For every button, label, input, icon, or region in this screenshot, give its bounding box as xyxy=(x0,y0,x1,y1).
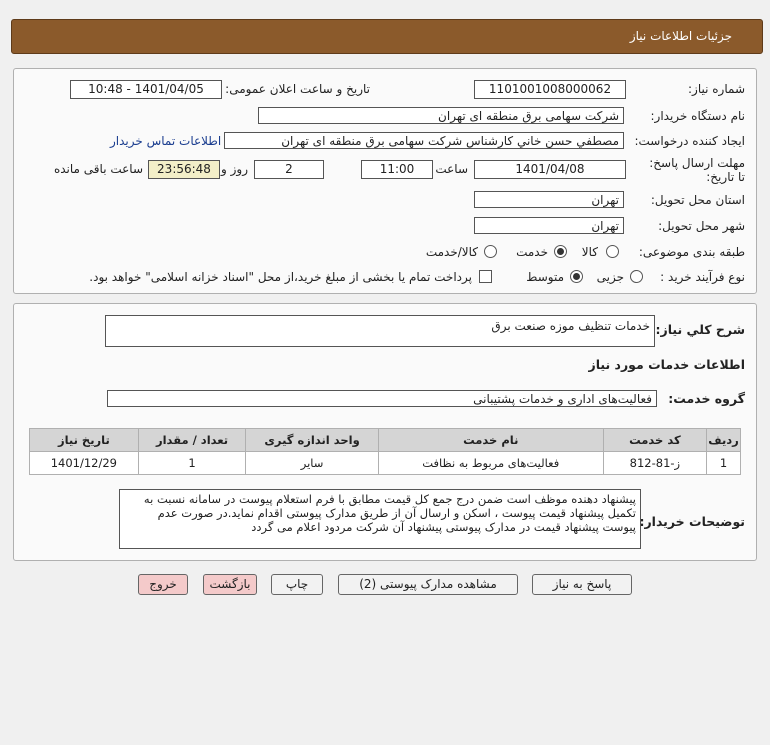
category-label: طبقه بندی موضوعی: xyxy=(638,245,745,259)
print-button[interactable]: چاپ xyxy=(271,574,323,595)
need-number-label: شماره نیاز: xyxy=(688,82,745,96)
category-option-service: خدمت xyxy=(516,245,548,259)
buyer-org-field: شرکت سهامی برق منطقه ای تهران xyxy=(258,107,624,124)
province-label: استان محل تحویل: xyxy=(650,193,745,207)
days-field: 2 xyxy=(254,160,324,179)
col-need-date: تاریخ نیاز xyxy=(29,428,139,452)
col-service-code: کد خدمت xyxy=(602,428,708,452)
payment-note: پرداخت تمام یا بخشی از مبلغ خرید،از محل … xyxy=(89,270,472,284)
process-option-medium: متوسط xyxy=(526,270,564,284)
creator-label: ایجاد کننده درخواست: xyxy=(634,134,745,148)
buyer-notes-label: توضیحات خریدار: xyxy=(639,514,745,529)
cell-row-number: 1 xyxy=(706,451,741,475)
category-option-goods-service: کالا/خدمت xyxy=(425,245,478,259)
category-radio-goods-service[interactable] xyxy=(484,245,497,258)
process-radio-medium[interactable] xyxy=(570,270,583,283)
table-row: 1 ز-81-812 فعالیت‌های مربوط به نظافت سای… xyxy=(29,451,741,475)
col-service-name: نام خدمت xyxy=(377,428,604,452)
cell-need-date: 1401/12/29 xyxy=(29,451,139,475)
city-field: تهران xyxy=(474,217,624,234)
summary-label: شرح کلي نياز: xyxy=(655,322,745,337)
services-section-title: اطلاعات خدمات مورد نیاز xyxy=(588,357,746,372)
buyer-notes-text: پیشنهاد دهنده موظف است ضمن درج جمع کل قی… xyxy=(119,489,641,549)
buyer-org-label: نام دستگاه خریدار: xyxy=(650,109,746,123)
cell-unit: سایر xyxy=(245,451,379,475)
page-title: جزئیات اطلاعات نیاز xyxy=(629,29,732,43)
category-radio-service[interactable] xyxy=(554,245,567,258)
deadline-date-field: 1401/04/08 xyxy=(474,160,626,179)
remaining-time-field: 23:56:48 xyxy=(148,160,220,179)
city-label: شهر محل تحویل: xyxy=(658,219,745,233)
service-group-label: گروه خدمت: xyxy=(668,391,745,406)
deadline-label: مهلت ارسال پاسخ: تا تاریخ: xyxy=(649,156,745,184)
need-number-field: 1101001008000062 xyxy=(474,80,626,99)
reply-button[interactable]: پاسخ به نیاز xyxy=(532,574,632,595)
process-option-minor: جزیی xyxy=(596,270,624,284)
remaining-label: ساعت باقی مانده xyxy=(53,162,143,176)
deadline-time-label: ساعت xyxy=(435,162,468,176)
announce-label: تاریخ و ساعت اعلان عمومی: xyxy=(225,82,370,96)
process-radio-minor[interactable] xyxy=(630,270,643,283)
contact-buyer-link[interactable]: اطلاعات تماس خریدار xyxy=(110,134,221,148)
back-button[interactable]: بازگشت xyxy=(203,574,257,595)
days-label: روز و xyxy=(221,162,248,176)
category-radio-goods[interactable] xyxy=(606,245,619,258)
creator-field: مصطفي حسن خاني کارشناس شرکت سهامی برق من… xyxy=(224,132,624,149)
service-group-field: فعالیت‌های اداری و خدمات پشتیبانی xyxy=(107,390,657,407)
category-option-goods: کالا xyxy=(581,245,598,259)
announce-field: 1401/04/05 - 10:48 xyxy=(70,80,222,99)
cell-service-code: ز-81-812 xyxy=(602,451,708,475)
services-table-header: ردیف کد خدمت نام خدمت واحد اندازه گیری ت… xyxy=(29,428,741,452)
col-row-number: ردیف xyxy=(706,428,741,452)
col-unit: واحد اندازه گیری xyxy=(245,428,379,452)
col-quantity: تعداد / مقدار xyxy=(137,428,247,452)
province-field: تهران xyxy=(474,191,624,208)
cell-service-name: فعالیت‌های مربوط به نظافت xyxy=(377,451,604,475)
process-label: نوع فرآیند خرید : xyxy=(660,270,745,284)
payment-checkbox[interactable] xyxy=(479,270,492,283)
cell-quantity: 1 xyxy=(137,451,247,475)
view-documents-button[interactable]: مشاهده مدارک پیوستی (2) xyxy=(338,574,518,595)
summary-field: خدمات تنظیف موزه صنعت برق xyxy=(105,315,655,347)
deadline-time-field: 11:00 xyxy=(361,160,433,179)
exit-button[interactable]: خروج xyxy=(138,574,188,595)
page-header: جزئیات اطلاعات نیاز xyxy=(11,19,763,54)
services-table: ردیف کد خدمت نام خدمت واحد اندازه گیری ت… xyxy=(29,428,741,475)
